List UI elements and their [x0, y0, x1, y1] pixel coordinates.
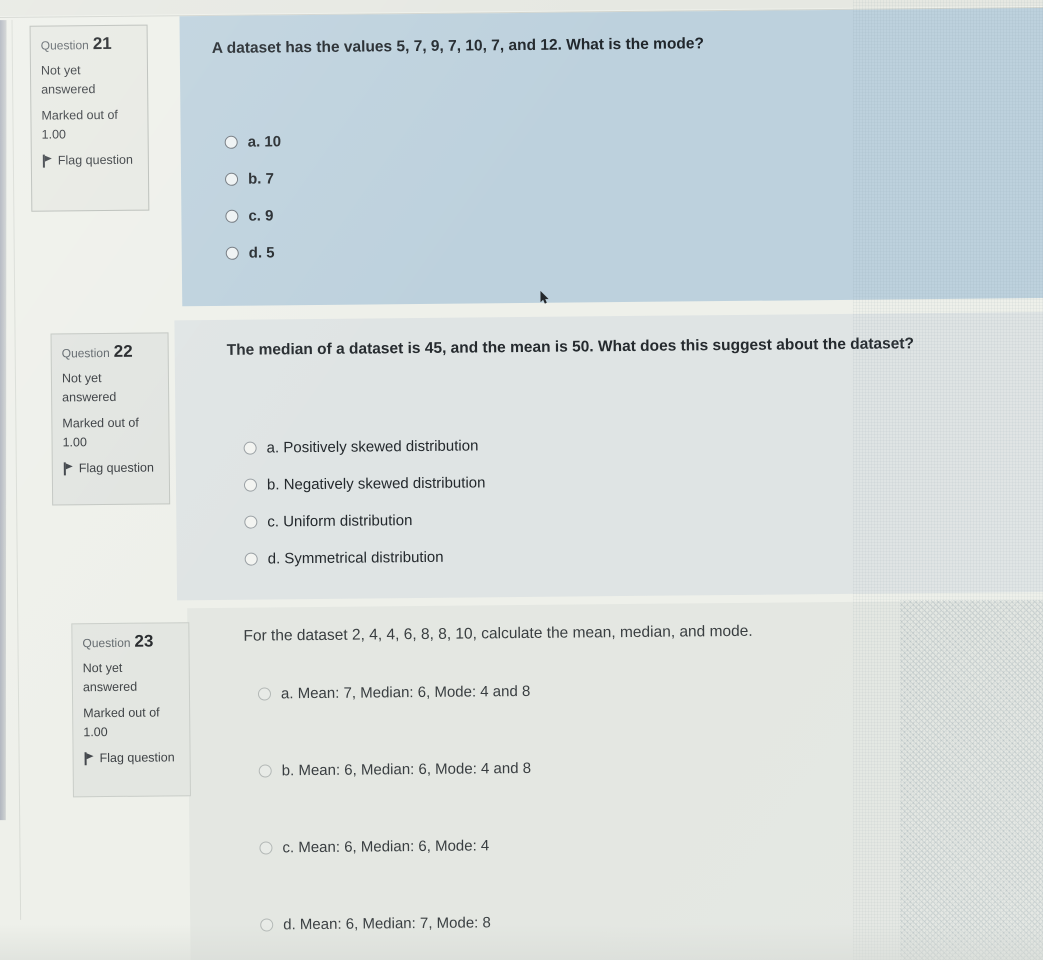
option-label: b. Negatively skewed distribution	[266, 474, 486, 494]
question-23-option-c[interactable]: c. Mean: 6, Median: 6, Mode: 4	[259, 807, 532, 887]
option-label: c. Uniform distribution	[267, 512, 413, 531]
question-22-marks-label: Marked out of	[62, 415, 139, 431]
question-21-option-b[interactable]: b. 7	[224, 160, 282, 198]
question-22-answer-list: a. Positively skewed distribution b. Neg…	[243, 427, 486, 577]
radio-button[interactable]	[225, 209, 239, 223]
option-label: a. Mean: 7, Median: 6, Mode: 4 and 8	[280, 682, 531, 703]
radio-button[interactable]	[224, 135, 238, 149]
question-21-answer-list: a. 10 b. 7 c. 9 d. 5	[224, 123, 283, 272]
question-23-flag-label: Flag question	[99, 750, 175, 766]
radio-button[interactable]	[243, 478, 258, 492]
question-22-option-b[interactable]: b. Negatively skewed distribution	[243, 464, 486, 503]
question-word-label: Question	[82, 635, 131, 651]
radio-button[interactable]	[243, 441, 257, 455]
question-21-option-a[interactable]: a. 10	[224, 123, 282, 161]
question-22-flag-link[interactable]: Flag question	[63, 458, 159, 478]
question-23-number: 23	[134, 631, 154, 651]
question-21-marks: Marked out of 1.00	[41, 106, 137, 145]
question-23-option-b[interactable]: b. Mean: 6, Median: 6, Mode: 4 and 8	[258, 730, 531, 810]
mouse-cursor-icon	[540, 290, 549, 304]
question-23-flag-link[interactable]: Flag question	[84, 748, 180, 768]
question-23-marks-label: Marked out of	[83, 705, 160, 721]
question-21-number: 21	[92, 33, 112, 54]
option-label: a. Positively skewed distribution	[266, 437, 479, 457]
radio-button[interactable]	[244, 515, 258, 529]
radio-button[interactable]	[244, 552, 258, 566]
option-label: c. Mean: 6, Median: 6, Mode: 4	[282, 837, 490, 857]
radio-button[interactable]	[224, 172, 239, 186]
quiz-page: Online Question21 Not yet answered Marke…	[0, 0, 1043, 960]
question-23-info-box: Question 23 Not yet answered Marked out o…	[71, 622, 191, 798]
option-label: d. 5	[248, 244, 275, 262]
question-word-label: Question	[40, 38, 89, 53]
option-label: a. 10	[247, 133, 282, 151]
question-22-status: Not yet answered	[61, 371, 117, 405]
question-23-answer-list: a. Mean: 7, Median: 6, Mode: 4 and 8 b. …	[257, 653, 533, 960]
question-22-number-line: Question 22	[62, 342, 158, 364]
question-23-marks: Marked out of 1.00	[83, 703, 179, 742]
question-22-option-c[interactable]: c. Uniform distribution	[244, 501, 486, 540]
radio-button[interactable]	[258, 764, 272, 778]
question-23-option-a[interactable]: a. Mean: 7, Median: 6, Mode: 4 and 8	[257, 653, 531, 733]
option-label: d. Mean: 6, Median: 7, Mode: 8	[283, 914, 491, 934]
flag-icon	[42, 154, 53, 167]
question-23-option-d[interactable]: d. Mean: 6, Median: 7, Mode: 8	[260, 884, 533, 960]
radio-button[interactable]	[259, 841, 273, 855]
question-23-number-line: Question 23	[82, 631, 178, 653]
question-22-option-d[interactable]: d. Symmetrical distribution	[244, 538, 487, 577]
radio-button[interactable]	[257, 687, 272, 701]
question-21-info-box: Question 21 Not yet answered Marked out o…	[29, 24, 150, 212]
photographed-screen: Online Question21 Not yet answered Marke…	[0, 0, 1043, 960]
question-block-23: Question 23 Not yet answered Marked out o…	[17, 599, 1043, 960]
question-block-21: Question 21 Not yet answered Marked out o…	[11, 7, 1043, 308]
question-word-label: Question	[61, 345, 110, 361]
flag-icon	[63, 462, 74, 475]
question-23-marks-value: 1.00	[83, 724, 108, 740]
question-22-marks: Marked out of 1.00	[62, 413, 158, 452]
question-21-flag-label: Flag question	[57, 152, 133, 168]
question-21-marks-value: 1.00	[41, 127, 67, 142]
question-22-info-box: Question 22 Not yet answered Marked out o…	[50, 332, 171, 506]
question-22-option-a[interactable]: a. Positively skewed distribution	[243, 427, 485, 466]
question-21-status: Not yet answered	[40, 63, 96, 97]
option-label: c. 9	[248, 207, 274, 225]
option-label: b. Mean: 6, Median: 6, Mode: 4 and 8	[281, 759, 532, 780]
option-label: b. 7	[247, 170, 274, 188]
radio-button[interactable]	[225, 246, 239, 260]
question-21-flag-link[interactable]: Flag question	[42, 151, 138, 171]
question-23-status: Not yet answered	[82, 660, 138, 695]
question-22-number: 22	[113, 341, 133, 361]
radio-button[interactable]	[260, 918, 274, 932]
option-label: d. Symmetrical distribution	[267, 548, 444, 568]
question-21-option-c[interactable]: c. 9	[225, 197, 282, 235]
flag-icon	[84, 752, 95, 765]
question-21-number-line: Question 21	[41, 34, 137, 56]
screen-edge-shadow	[0, 20, 7, 821]
question-block-22: Question 22 Not yet answered Marked out o…	[14, 311, 1043, 602]
question-22-flag-label: Flag question	[78, 460, 154, 476]
question-22-marks-value: 1.00	[62, 435, 87, 450]
question-21-marks-label: Marked out of	[41, 107, 118, 123]
question-21-option-d[interactable]: d. 5	[225, 234, 283, 272]
